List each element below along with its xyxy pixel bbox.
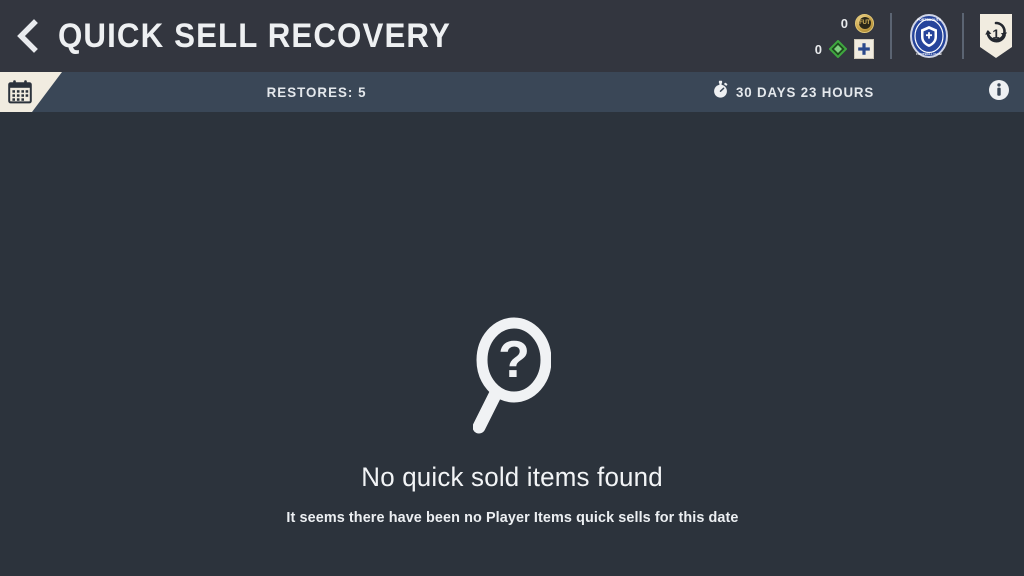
fut-coins-icon-inner: FUT [858,17,871,29]
expiry-timer: 30 DAYS 23 HOURS [712,72,881,112]
coins-value: 0 [840,15,848,31]
timer-label: 30 DAYS 23 HOURS [736,84,875,100]
club-badge[interactable]: PORTSMOUTH FOOTBALL CLUB [908,13,950,59]
magnifier-question-icon: ? [472,317,552,440]
quick-sell-recovery-screen: QUICK SELL RECOVERY 0 FUT 0 PORTSMOUTH F… [0,0,1024,576]
svg-text:PORTSMOUTH: PORTSMOUTH [917,18,942,22]
shield-number-label: 1 [992,27,999,42]
fut-coins-icon: FUT [855,13,874,33]
fifa-points-icon [829,40,847,58]
page-title: QUICK SELL RECOVERY [58,16,451,55]
empty-state-subtitle: It seems there have been no Player Items… [285,509,739,526]
empty-state-title: No quick sold items found [361,462,663,492]
svg-text:FOOTBALL CLUB: FOOTBALL CLUB [916,52,942,56]
calendar-tab-button[interactable] [0,72,62,112]
back-button[interactable] [0,0,56,72]
coins-row[interactable]: 0 FUT [812,13,874,33]
chevron-left-icon [15,19,41,53]
header-divider [890,13,892,59]
fifa-points-row[interactable]: 0 [812,39,874,59]
app-header: QUICK SELL RECOVERY 0 FUT 0 PORTSMOUTH F… [0,0,1024,72]
svg-text:?: ? [498,331,530,389]
add-fifa-points-button[interactable] [854,39,874,59]
calendar-icon [7,79,33,105]
info-button[interactable] [984,72,1014,112]
currency-stack: 0 FUT 0 [812,13,888,59]
recovery-shield-icon[interactable]: 1 [976,10,1016,62]
header-divider-2 [962,13,964,59]
info-icon [988,79,1010,106]
empty-state: ? No quick sold items found It seems the… [0,317,1024,526]
header-right-group: 0 FUT 0 PORTSMOUTH FOOTBALL CLUB 1 [812,0,1024,72]
subheader-bar: RESTORES: 5 30 DAYS 23 HOURS [0,72,1024,112]
stopwatch-icon [712,80,729,104]
fifa-points-value: 0 [814,41,822,57]
content-area: ? No quick sold items found It seems the… [0,112,1024,576]
restores-label: RESTORES: 5 [267,84,367,100]
